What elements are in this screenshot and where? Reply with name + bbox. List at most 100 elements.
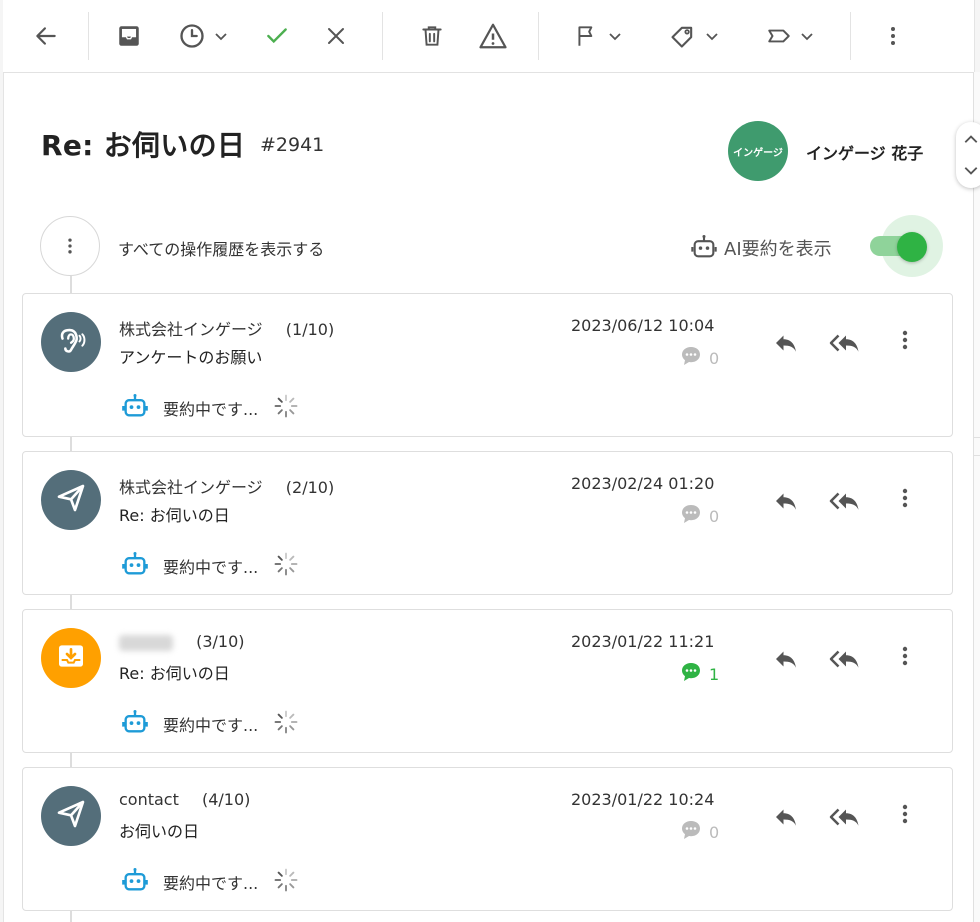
ticket-id: #2941 — [260, 134, 325, 156]
reply-icon — [771, 493, 801, 520]
sender-avatar — [41, 786, 101, 846]
sender-avatar — [41, 628, 101, 688]
chevron-down-icon[interactable] — [963, 162, 979, 178]
loading-spinner-icon — [272, 708, 300, 740]
adjacent-pane-edge — [973, 72, 980, 922]
message-sender: (3/10) — [119, 632, 245, 651]
spam-button[interactable] — [478, 18, 508, 54]
toolbar — [3, 0, 973, 73]
reply-all-icon — [827, 650, 865, 678]
conversation-subject: Re: お伺いの日 — [41, 129, 246, 162]
snooze-button[interactable] — [178, 18, 228, 54]
ai-summary-status: 要約中です... — [121, 866, 300, 898]
check-icon — [267, 28, 287, 44]
message-more-button[interactable] — [893, 644, 917, 672]
show-history-button[interactable] — [40, 216, 100, 276]
ai-summary-toggle-thumb[interactable] — [897, 232, 927, 262]
reply-button[interactable] — [771, 802, 801, 836]
reply-all-icon — [827, 808, 865, 836]
message-more-button[interactable] — [893, 328, 917, 356]
comment-count-value: 0 — [709, 506, 720, 526]
message-date: 2023/01/22 10:24 — [571, 790, 715, 809]
show-history-label[interactable]: すべての操作履歴を表示する — [118, 236, 324, 260]
more-vertical-icon — [893, 646, 917, 672]
robot-icon — [691, 234, 717, 258]
sender-avatar — [41, 312, 101, 372]
back-button[interactable] — [33, 18, 59, 54]
trash-icon — [422, 26, 442, 46]
reply-all-icon — [827, 492, 865, 520]
message-subject: アンケートのお願い — [119, 348, 263, 367]
ai-summary-label: AI要約を表示 — [724, 239, 832, 260]
reply-button[interactable] — [771, 486, 801, 520]
assignee-avatar[interactable]: インゲージ — [728, 121, 788, 181]
reply-all-icon — [827, 334, 865, 362]
summary-status-text: 要約中です... — [163, 716, 259, 735]
comment-icon — [679, 344, 709, 372]
comment-count[interactable]: 1 — [679, 660, 719, 688]
reply-icon — [771, 809, 801, 836]
sender-name: 株式会社インゲージ — [119, 478, 263, 497]
sender-name: 株式会社インゲージ — [119, 320, 263, 339]
message-date: 2023/02/24 01:20 — [571, 474, 715, 493]
comment-count[interactable]: 0 — [679, 502, 719, 530]
mark-done-button[interactable] — [264, 18, 290, 54]
loading-spinner-icon — [272, 550, 300, 582]
message-position: (2/10) — [285, 478, 335, 497]
more-vertical-icon — [893, 488, 917, 514]
message-subject: Re: お伺いの日 — [119, 664, 230, 683]
archive-button[interactable] — [116, 18, 142, 54]
reply-icon — [771, 335, 801, 362]
sender-name-blurred — [119, 634, 173, 651]
warning-icon — [479, 23, 507, 49]
chevron-down-icon — [215, 33, 227, 41]
delete-button[interactable] — [419, 18, 445, 54]
more-vertical-icon — [893, 804, 917, 830]
ai-summary-status: 要約中です... — [121, 708, 300, 740]
label-icon — [768, 29, 790, 43]
clock-icon — [180, 24, 204, 48]
message-more-button[interactable] — [893, 802, 917, 830]
tag-icon — [671, 26, 693, 48]
sender-avatar — [41, 470, 101, 530]
chevron-down-icon — [609, 33, 621, 41]
reply-all-button[interactable] — [827, 328, 865, 362]
message-card[interactable]: 株式会社インゲージ (1/10) アンケートのお願い 2023/06/12 10… — [22, 293, 953, 437]
flag-button[interactable] — [574, 18, 622, 54]
message-sender: 株式会社インゲージ (1/10) — [119, 316, 334, 340]
more-options-button[interactable] — [881, 18, 905, 54]
archive-icon — [119, 26, 139, 46]
reply-all-button[interactable] — [827, 644, 865, 678]
message-more-button[interactable] — [893, 486, 917, 514]
comment-count[interactable]: 0 — [679, 344, 719, 372]
close-button[interactable] — [324, 18, 348, 54]
comment-icon — [679, 502, 709, 530]
message-card[interactable]: 株式会社インゲージ (2/10) Re: お伺いの日 2023/02/24 01… — [22, 451, 953, 595]
message-card[interactable]: (3/10) Re: お伺いの日 2023/01/22 11:21 1 要約中で… — [22, 609, 953, 753]
label-button[interactable] — [766, 18, 814, 54]
reply-all-button[interactable] — [827, 486, 865, 520]
more-vertical-icon — [68, 238, 72, 254]
comment-count-value: 0 — [709, 348, 720, 368]
comment-count[interactable]: 0 — [679, 818, 719, 846]
send-icon — [55, 798, 87, 834]
summary-status-text: 要約中です... — [163, 874, 259, 893]
chevron-up-icon[interactable] — [963, 132, 979, 148]
summary-status-text: 要約中です... — [163, 400, 259, 419]
conversation-nav — [956, 122, 980, 188]
message-card[interactable]: contact (4/10) お伺いの日 2023/01/22 10:24 0 … — [22, 767, 953, 911]
message-sender: 株式会社インゲージ (2/10) — [119, 474, 334, 498]
assignee-name[interactable]: インゲージ 花子 — [806, 140, 923, 164]
inbox-icon — [55, 640, 87, 676]
reply-button[interactable] — [771, 328, 801, 362]
message-position: (1/10) — [285, 320, 335, 339]
close-icon — [328, 28, 344, 44]
tag-button[interactable] — [669, 18, 719, 54]
comment-count-value: 0 — [709, 822, 720, 842]
loading-spinner-icon — [272, 392, 300, 424]
reply-all-button[interactable] — [827, 802, 865, 836]
loading-spinner-icon — [272, 866, 300, 898]
more-vertical-icon — [893, 330, 917, 356]
comment-count-value: 1 — [709, 664, 720, 684]
reply-button[interactable] — [771, 644, 801, 678]
